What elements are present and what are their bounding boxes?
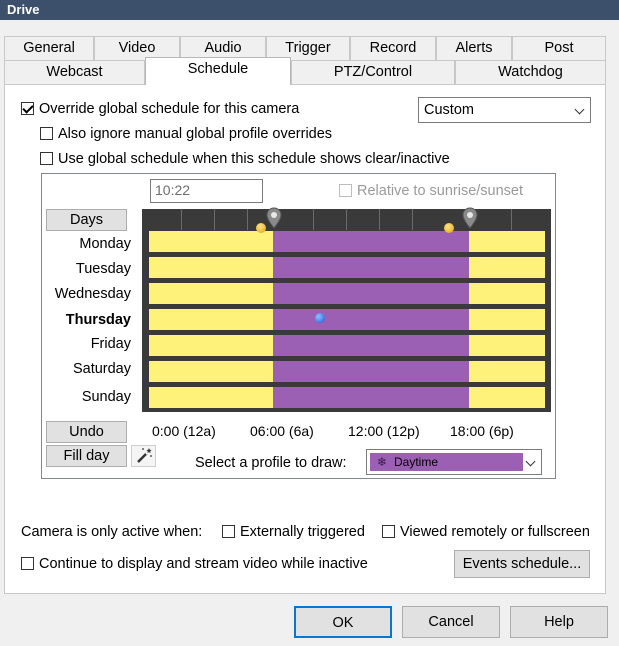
schedule-row-segment[interactable] bbox=[469, 335, 545, 356]
profile-value: Daytime bbox=[394, 455, 439, 469]
schedule-row-segment[interactable] bbox=[149, 257, 273, 278]
magic-wand-icon bbox=[137, 448, 152, 463]
viewed-remotely-label: Viewed remotely or fullscreen bbox=[400, 524, 590, 540]
schedule-row-segment[interactable] bbox=[149, 387, 273, 408]
externally-triggered-checkbox[interactable]: Externally triggered bbox=[222, 524, 365, 540]
axis-label: 18:00 (6p) bbox=[450, 423, 514, 439]
map-pin-icon[interactable] bbox=[462, 207, 478, 229]
schedule-row-segment[interactable] bbox=[273, 335, 469, 356]
schedule-row-segment[interactable] bbox=[469, 387, 545, 408]
externally-triggered-label: Externally triggered bbox=[240, 524, 365, 540]
continue-stream-checkbox[interactable]: Continue to display and stream video whi… bbox=[21, 556, 368, 572]
cancel-button[interactable]: Cancel bbox=[402, 606, 500, 638]
day-label-friday: Friday bbox=[90, 336, 131, 352]
chevron-down-icon bbox=[574, 104, 585, 115]
hour-tick bbox=[379, 209, 380, 230]
hour-tick bbox=[313, 209, 314, 230]
days-button[interactable]: Days bbox=[46, 209, 127, 231]
override-global-schedule-label: Override global schedule for this camera bbox=[39, 101, 300, 117]
schedule-row-segment[interactable] bbox=[469, 361, 545, 382]
profile-icon: ❄ bbox=[377, 455, 388, 469]
hour-tick bbox=[346, 209, 347, 230]
schedule-row-segment[interactable] bbox=[469, 257, 545, 278]
relative-sunrise-label: Relative to sunrise/sunset bbox=[357, 183, 524, 199]
time-field[interactable]: 10:22 bbox=[150, 179, 263, 203]
day-label-thursday: Thursday bbox=[65, 312, 131, 328]
current-time-marker bbox=[315, 313, 325, 323]
day-label-saturday: Saturday bbox=[72, 361, 131, 377]
schedule-row-segment[interactable] bbox=[469, 309, 545, 330]
hour-tick bbox=[412, 209, 413, 230]
override-global-schedule-checkbox[interactable]: Override global schedule for this camera bbox=[21, 101, 299, 117]
camera-active-label: Camera is only active when: bbox=[21, 524, 203, 540]
hour-tick bbox=[181, 209, 182, 230]
axis-label: 12:00 (12p) bbox=[348, 423, 420, 439]
schedule-row-segment[interactable] bbox=[149, 309, 273, 330]
schedule-row-segment[interactable] bbox=[273, 309, 469, 330]
schedule-row-segment[interactable] bbox=[149, 283, 273, 304]
events-schedule-button[interactable]: Events schedule... bbox=[454, 550, 590, 578]
undo-button[interactable]: Undo bbox=[46, 421, 127, 443]
profile-prompt: Select a profile to draw: bbox=[195, 455, 347, 471]
hour-tick bbox=[214, 209, 215, 230]
checkbox-box[interactable] bbox=[21, 102, 34, 115]
schedule-row-segment[interactable] bbox=[149, 361, 273, 382]
day-label-sunday: Sunday bbox=[81, 389, 131, 405]
axis-label: 06:00 (6a) bbox=[250, 423, 314, 439]
schedule-row-segment[interactable] bbox=[469, 231, 545, 252]
sunset-icon bbox=[444, 223, 454, 233]
schedule-row-segment[interactable] bbox=[469, 283, 545, 304]
schedule-row-segment[interactable] bbox=[273, 361, 469, 382]
day-label-wednesday: Wednesday bbox=[54, 286, 131, 302]
day-label-monday: Monday bbox=[79, 236, 131, 252]
checkbox-box[interactable] bbox=[40, 152, 53, 165]
map-pin-icon[interactable] bbox=[266, 207, 282, 229]
hour-tick bbox=[247, 209, 248, 230]
relative-sunrise-checkbox[interactable]: Relative to sunrise/sunset bbox=[339, 183, 523, 199]
use-global-schedule-label: Use global schedule when this schedule s… bbox=[58, 151, 450, 167]
fill-day-button[interactable]: Fill day bbox=[46, 445, 127, 467]
checkbox-box[interactable] bbox=[222, 525, 235, 538]
checkbox-box[interactable] bbox=[382, 525, 395, 538]
continue-stream-label: Continue to display and stream video whi… bbox=[39, 556, 368, 572]
schedule-row-segment[interactable] bbox=[273, 257, 469, 278]
checkbox-box[interactable] bbox=[339, 184, 352, 197]
schedule-mode-select[interactable]: Custom bbox=[418, 97, 591, 123]
ok-button[interactable]: OK bbox=[294, 606, 392, 638]
chevron-down-icon bbox=[525, 456, 536, 467]
help-button[interactable]: Help bbox=[510, 606, 608, 638]
viewed-remotely-checkbox[interactable]: Viewed remotely or fullscreen bbox=[382, 524, 590, 540]
schedule-row-segment[interactable] bbox=[273, 387, 469, 408]
checkbox-box[interactable] bbox=[40, 127, 53, 140]
hour-tick bbox=[511, 209, 512, 230]
sunrise-icon bbox=[256, 223, 266, 233]
schedule-row-segment[interactable] bbox=[149, 335, 273, 356]
schedule-row-segment[interactable] bbox=[149, 231, 273, 252]
schedule-row-segment[interactable] bbox=[273, 231, 469, 252]
magic-wand-button[interactable] bbox=[131, 445, 156, 467]
schedule-mode-value: Custom bbox=[424, 102, 474, 118]
schedule-row-segment[interactable] bbox=[273, 283, 469, 304]
ignore-overrides-checkbox[interactable]: Also ignore manual global profile overri… bbox=[40, 126, 332, 142]
use-global-schedule-checkbox[interactable]: Use global schedule when this schedule s… bbox=[40, 151, 450, 167]
checkbox-box[interactable] bbox=[21, 557, 34, 570]
profile-swatch: ❄ Daytime bbox=[370, 453, 523, 471]
ignore-overrides-label: Also ignore manual global profile overri… bbox=[58, 126, 333, 142]
profile-select[interactable]: ❄ Daytime bbox=[366, 449, 542, 475]
day-label-tuesday: Tuesday bbox=[75, 261, 131, 277]
axis-label: 0:00 (12a) bbox=[152, 423, 216, 439]
